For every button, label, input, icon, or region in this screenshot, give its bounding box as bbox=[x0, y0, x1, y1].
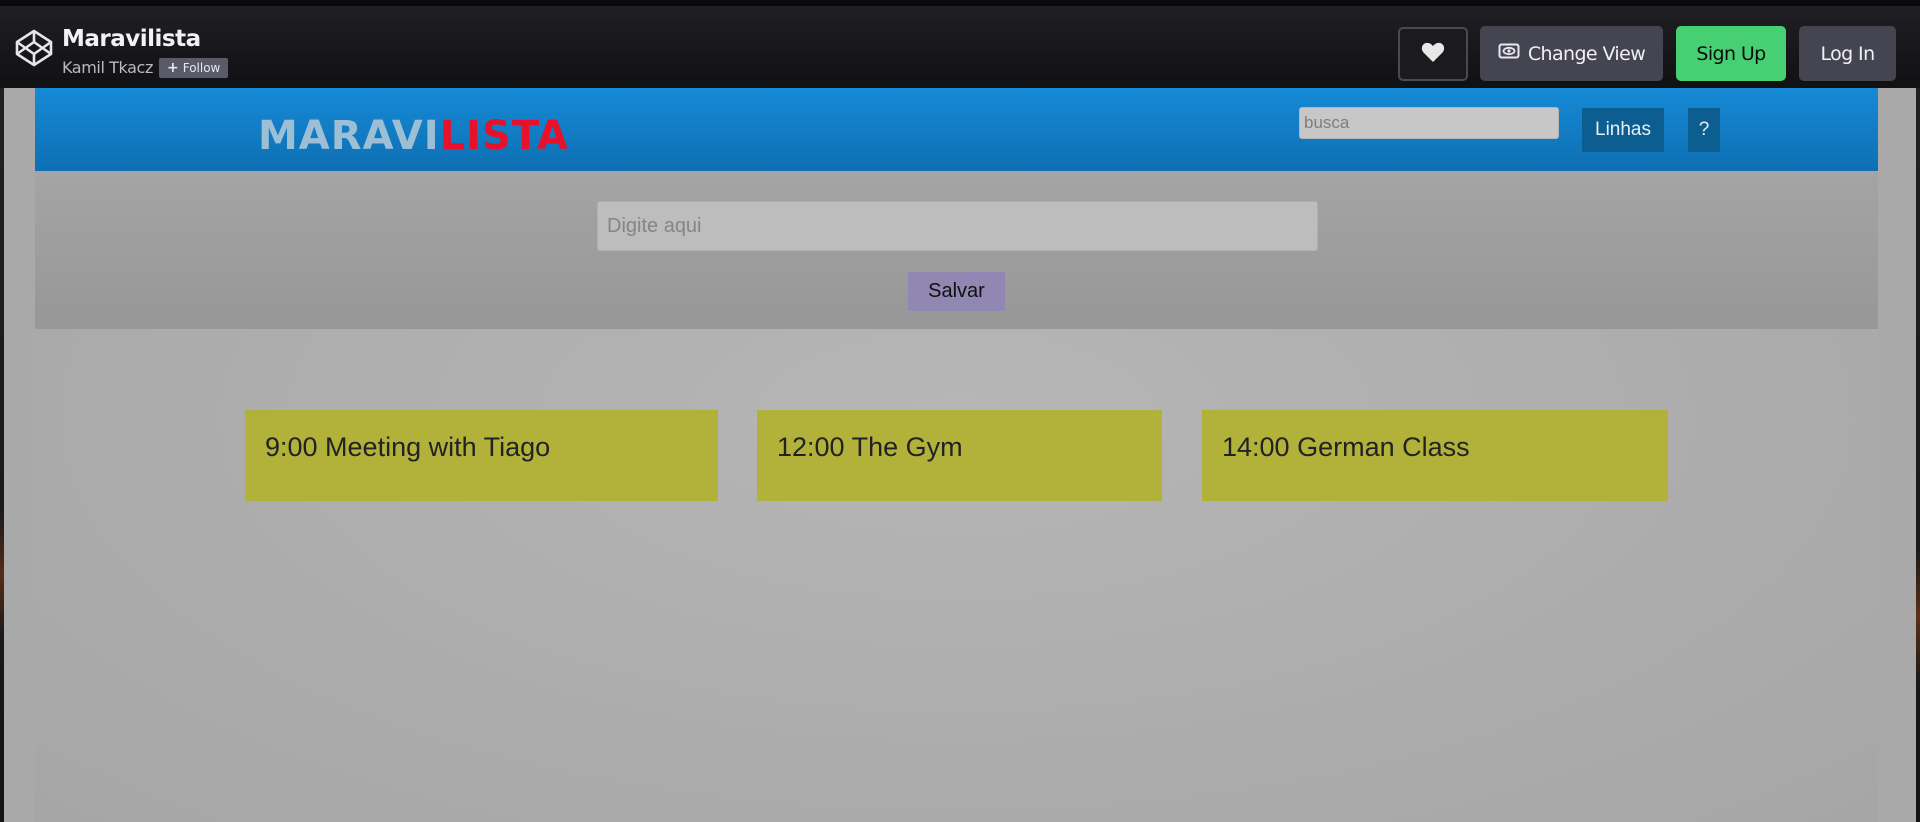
pen-author[interactable]: Kamil Tkacz bbox=[62, 58, 153, 77]
sign-up-button[interactable]: Sign Up bbox=[1676, 26, 1786, 81]
heart-icon bbox=[1421, 41, 1445, 68]
entry-section: Salvar bbox=[35, 171, 1878, 329]
eye-icon bbox=[1498, 42, 1520, 65]
like-button[interactable] bbox=[1398, 27, 1468, 81]
follow-button[interactable]: + Follow bbox=[159, 58, 229, 78]
change-view-button[interactable]: Change View bbox=[1480, 26, 1663, 81]
linhas-button[interactable]: Linhas bbox=[1582, 108, 1664, 152]
plus-icon: + bbox=[167, 60, 179, 76]
task-card[interactable]: 12:00 The Gym bbox=[757, 410, 1162, 501]
app-header: MARAVILISTA Linhas ? bbox=[35, 88, 1878, 171]
codepen-topbar: Maravilista Kamil Tkacz + Follow Change … bbox=[0, 0, 1920, 88]
logo-part-lista: LISTA bbox=[439, 113, 569, 159]
search-input[interactable] bbox=[1299, 107, 1559, 139]
logo-part-maravi: MARAVI bbox=[258, 113, 440, 159]
preview-frame: MARAVILISTA Linhas ? Salvar 9:00 Meeting… bbox=[4, 88, 1916, 822]
follow-label: Follow bbox=[182, 61, 221, 75]
pen-title[interactable]: Maravilista bbox=[62, 26, 201, 52]
log-in-button[interactable]: Log In bbox=[1799, 26, 1896, 81]
codepen-logo-icon[interactable] bbox=[14, 28, 54, 68]
save-button[interactable]: Salvar bbox=[908, 272, 1005, 311]
help-button[interactable]: ? bbox=[1688, 108, 1720, 152]
task-input[interactable] bbox=[597, 201, 1318, 251]
task-card[interactable]: 14:00 German Class bbox=[1202, 410, 1668, 501]
app-logo: MARAVILISTA bbox=[258, 116, 569, 156]
change-view-label: Change View bbox=[1527, 42, 1646, 65]
task-card[interactable]: 9:00 Meeting with Tiago bbox=[245, 410, 718, 501]
